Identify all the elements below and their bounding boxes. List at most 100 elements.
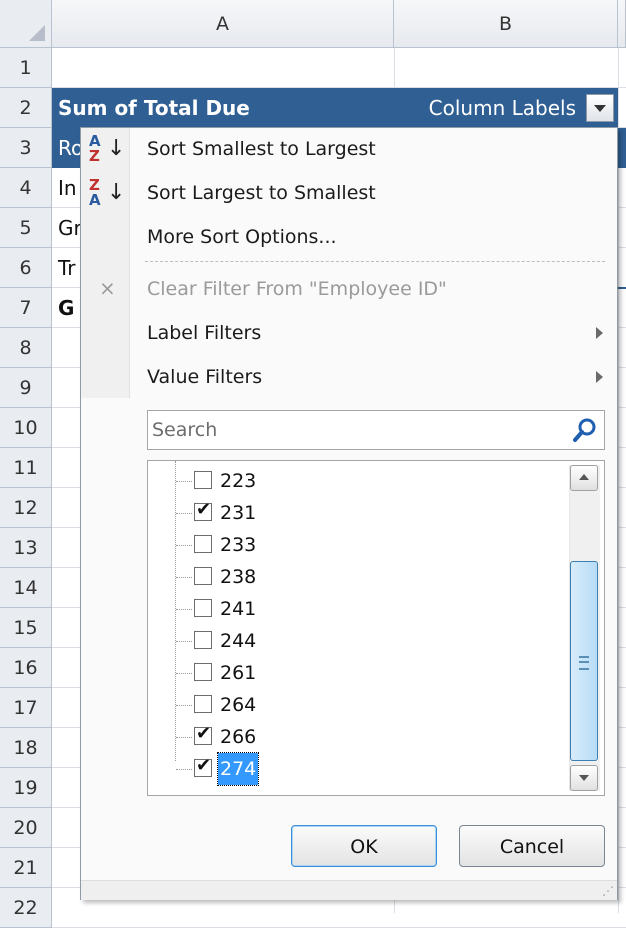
- item-checkbox[interactable]: [194, 631, 212, 649]
- row-header[interactable]: 16: [0, 648, 52, 688]
- grand-total-border: [618, 287, 626, 289]
- column-labels[interactable]: Column Labels: [429, 88, 576, 128]
- list-item[interactable]: ✔ 266: [148, 721, 568, 753]
- row-header[interactable]: 3: [0, 128, 52, 168]
- tree-connector: [176, 705, 192, 706]
- item-label: 266: [220, 726, 257, 748]
- row-header[interactable]: 15: [0, 608, 52, 648]
- row-header[interactable]: 9: [0, 368, 52, 408]
- item-checkbox[interactable]: [194, 599, 212, 617]
- list-item[interactable]: 241: [148, 593, 568, 625]
- item-label: 244: [220, 630, 257, 652]
- pivot-header-row: Sum of Total Due Column Labels: [52, 88, 618, 128]
- row-header[interactable]: 13: [0, 528, 52, 568]
- list-item[interactable]: 223: [148, 465, 568, 497]
- item-label: 233: [220, 534, 257, 556]
- column-labels-dropdown-button[interactable]: [586, 94, 614, 122]
- item-label: 223: [220, 470, 257, 492]
- cell-a4[interactable]: In: [58, 168, 77, 208]
- item-checkbox[interactable]: [194, 567, 212, 585]
- row-header[interactable]: 14: [0, 568, 52, 608]
- search-icon[interactable]: [572, 417, 598, 443]
- item-checkbox[interactable]: [194, 535, 212, 553]
- row-header[interactable]: 12: [0, 488, 52, 528]
- row-header[interactable]: 11: [0, 448, 52, 488]
- scroll-thumb[interactable]: [570, 561, 598, 761]
- tree-connector: [176, 609, 192, 610]
- menu-footer: ⋰: [81, 880, 617, 900]
- cell-a7-grand-total[interactable]: G: [58, 288, 74, 328]
- chevron-right-icon: [596, 327, 603, 339]
- list-item[interactable]: 261: [148, 657, 568, 689]
- row-header[interactable]: 8: [0, 328, 52, 368]
- sort-descending-icon: Z A ↓: [89, 176, 126, 209]
- checkmark-icon: ✔: [196, 723, 212, 744]
- tree-connector: [176, 737, 192, 738]
- column-header-a[interactable]: A: [52, 0, 394, 48]
- cancel-button[interactable]: Cancel: [459, 825, 605, 867]
- grip-icon: [579, 656, 589, 670]
- filter-value-list: 223 ✔ 231 233 238 241 244 261 264 ✔ 266 ✔ 274: [147, 460, 605, 796]
- scroll-down-button[interactable]: [570, 765, 598, 791]
- label-filters-item[interactable]: Label Filters: [147, 318, 261, 348]
- item-label: 261: [220, 662, 257, 684]
- item-checkbox[interactable]: [194, 663, 212, 681]
- row-header[interactable]: 18: [0, 728, 52, 768]
- pivot-title[interactable]: Sum of Total Due: [58, 88, 250, 128]
- list-item[interactable]: 244: [148, 625, 568, 657]
- chevron-right-icon: [596, 371, 603, 383]
- clear-filter-item[interactable]: Clear Filter From "Employee ID": [147, 274, 447, 304]
- filter-dropdown-menu: A Z ↓ Sort Smallest to Largest Z A ↓ Sor…: [80, 127, 618, 900]
- row-header[interactable]: 7: [0, 288, 52, 328]
- more-sort-options-item[interactable]: More Sort Options...: [147, 222, 337, 252]
- item-checkbox[interactable]: ✔: [194, 755, 212, 777]
- list-item[interactable]: 238: [148, 561, 568, 593]
- grid-row: [52, 48, 626, 88]
- scroll-up-button[interactable]: [570, 465, 598, 491]
- item-checkbox[interactable]: [194, 471, 212, 489]
- row-header[interactable]: 4: [0, 168, 52, 208]
- tree-connector: [176, 641, 192, 642]
- list-item[interactable]: 264: [148, 689, 568, 721]
- row-header[interactable]: 17: [0, 688, 52, 728]
- cell-a5[interactable]: Gr: [58, 208, 82, 248]
- search-input[interactable]: [148, 411, 566, 449]
- row-header[interactable]: 1: [0, 48, 52, 88]
- sort-ascending-icon: A Z ↓: [89, 132, 126, 165]
- item-checkbox[interactable]: ✔: [194, 499, 212, 521]
- row-header[interactable]: 5: [0, 208, 52, 248]
- list-item[interactable]: 233: [148, 529, 568, 561]
- row-header[interactable]: 21: [0, 848, 52, 888]
- value-filters-item[interactable]: Value Filters: [147, 362, 262, 392]
- row-header[interactable]: 6: [0, 248, 52, 288]
- resize-grip-icon[interactable]: ⋰: [602, 884, 614, 898]
- ok-button[interactable]: OK: [291, 825, 437, 867]
- select-all-corner[interactable]: [0, 0, 52, 48]
- item-checkbox[interactable]: ✔: [194, 723, 212, 745]
- list-item[interactable]: ✔ 274: [148, 752, 568, 786]
- item-label: 238: [220, 566, 257, 588]
- list-item[interactable]: ✔ 231: [148, 497, 568, 529]
- search-box: [147, 410, 605, 450]
- tree-connector: [176, 513, 192, 514]
- row-header[interactable]: 2: [0, 88, 52, 128]
- cell-a6[interactable]: Tr: [58, 248, 76, 288]
- list-scrollbar[interactable]: [569, 465, 600, 791]
- item-label: 264: [220, 694, 257, 716]
- chevron-down-icon: [594, 105, 606, 112]
- column-divider: [618, 48, 619, 913]
- sort-largest-to-smallest-item[interactable]: Sort Largest to Smallest: [147, 178, 376, 208]
- row-header[interactable]: 22: [0, 888, 52, 928]
- row-header[interactable]: 20: [0, 808, 52, 848]
- row-header[interactable]: 10: [0, 408, 52, 448]
- chevron-down-icon: [579, 775, 589, 781]
- sort-smallest-to-largest-item[interactable]: Sort Smallest to Largest: [147, 134, 376, 164]
- column-header-b[interactable]: B: [394, 0, 618, 48]
- tree-connector: [176, 673, 192, 674]
- item-label: 241: [220, 598, 257, 620]
- tree-connector: [176, 577, 192, 578]
- column-header-c[interactable]: [618, 0, 626, 48]
- row-header[interactable]: 19: [0, 768, 52, 808]
- menu-separator: [145, 261, 605, 262]
- item-checkbox[interactable]: [194, 695, 212, 713]
